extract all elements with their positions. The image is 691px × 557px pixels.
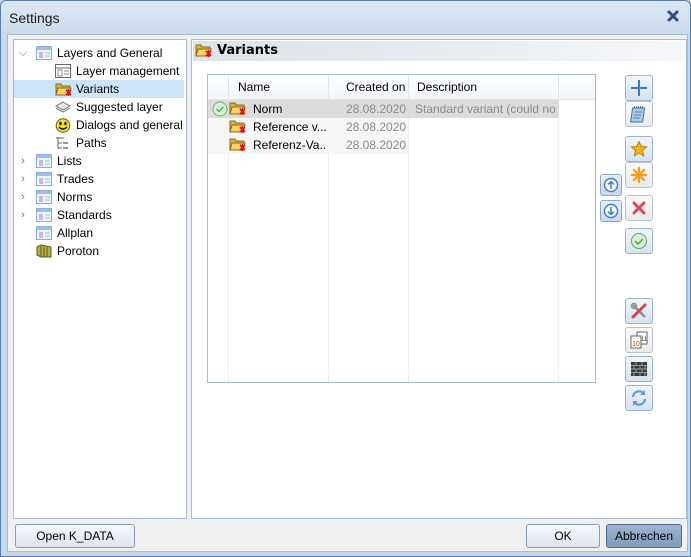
ok-button[interactable]: OK xyxy=(526,524,600,548)
numbering-button[interactable]: 10 11 xyxy=(625,327,653,353)
poroton-icon xyxy=(36,244,52,258)
column-header-status xyxy=(208,75,229,99)
settings-tree: ⌵ Layers and General Layer management Va… xyxy=(13,39,187,519)
tree-item-label: Suggested layer xyxy=(76,100,163,114)
tree-item-label: Variants xyxy=(76,82,120,96)
column-header-name[interactable]: Name xyxy=(229,75,329,99)
svg-text:10: 10 xyxy=(632,341,640,348)
chevron-down-icon[interactable]: ⌵ xyxy=(18,44,28,62)
variant-folder-icon xyxy=(229,137,247,155)
variant-folder-icon xyxy=(229,101,247,119)
tree-item-norms[interactable]: › Norms xyxy=(14,188,184,206)
variants-grid: Name Created on Description Norm 28.08.2… xyxy=(207,74,596,383)
cell-created: 28.08.2020 xyxy=(346,120,407,134)
panel-title: Variants xyxy=(217,43,278,58)
tree-item-layer-management[interactable]: Layer management xyxy=(14,62,184,80)
move-down-button[interactable] xyxy=(600,200,622,222)
cell-name: Norm xyxy=(253,102,283,116)
new-variant-button[interactable] xyxy=(625,162,653,188)
tree-item-suggested-layer[interactable]: Suggested layer xyxy=(14,98,184,116)
tree-item-standards[interactable]: › Standards xyxy=(14,206,184,224)
layer-list-icon xyxy=(36,190,52,204)
layer-management-icon xyxy=(55,64,71,78)
tree-item-label: Trades xyxy=(57,172,94,186)
chevron-right-icon[interactable]: › xyxy=(18,206,28,224)
chevron-right-icon[interactable]: › xyxy=(18,188,28,206)
column-label: Description xyxy=(417,80,478,94)
layer-list-icon xyxy=(36,46,52,60)
tree-item-layers-and-general[interactable]: ⌵ Layers and General xyxy=(14,44,184,62)
layer-list-icon xyxy=(36,172,52,186)
cell-description: Standard variant (could no... xyxy=(415,102,557,116)
cell-created: 28.08.2020 xyxy=(346,138,407,152)
panel-header: Variants xyxy=(193,41,683,61)
tree-item-variants[interactable]: Variants xyxy=(14,80,184,98)
add-variant-button[interactable] xyxy=(625,75,653,101)
tree-item-label: Standards xyxy=(57,208,112,222)
cell-name: Reference v... xyxy=(253,120,327,134)
column-label: Name xyxy=(238,80,271,94)
layer-list-icon xyxy=(36,208,52,222)
layer-list-icon xyxy=(36,226,52,240)
grid-header: Name Created on Description xyxy=(208,75,595,100)
tree-item-label: Poroton xyxy=(57,244,100,258)
tree-item-label: Layers and General xyxy=(57,46,163,60)
variant-folder-icon xyxy=(55,82,72,96)
settings-dialog: Settings ⌵ Layers and General Layer mana… xyxy=(0,0,691,557)
grid-line xyxy=(558,99,559,382)
tree-item-label: Norms xyxy=(57,190,93,204)
window-title: Settings xyxy=(9,10,60,26)
tree-item-trades[interactable]: › Trades xyxy=(14,170,184,188)
chevron-right-icon[interactable]: › xyxy=(18,152,28,170)
edit-variant-button[interactable] xyxy=(625,101,653,127)
paths-icon xyxy=(55,136,71,150)
grid-line xyxy=(408,99,409,382)
variants-panel: Variants Name Created on Description Nor… xyxy=(191,39,687,519)
layer-list-icon xyxy=(36,154,52,168)
table-row[interactable]: Norm 28.08.2020 Standard variant (could … xyxy=(208,100,559,118)
cell-created: 28.08.2020 xyxy=(346,102,407,116)
favorite-button[interactable] xyxy=(625,136,653,162)
column-header-created[interactable]: Created on xyxy=(329,75,409,99)
column-label: Created on xyxy=(346,80,406,94)
svg-text:11: 11 xyxy=(641,337,648,343)
table-row[interactable]: Reference v... 28.08.2020 xyxy=(208,118,408,136)
move-up-button[interactable] xyxy=(600,174,622,196)
variant-folder-icon xyxy=(195,43,213,59)
title-bar: Settings xyxy=(1,1,690,35)
check-icon xyxy=(212,101,228,119)
tools-button[interactable] xyxy=(625,298,653,324)
close-icon[interactable] xyxy=(666,9,680,23)
wall-button[interactable] xyxy=(625,356,653,382)
chevron-right-icon[interactable]: › xyxy=(18,170,28,188)
delete-variant-button[interactable] xyxy=(625,195,653,221)
variant-folder-icon xyxy=(229,119,247,137)
tree-item-dialogs-and-general[interactable]: Dialogs and general xyxy=(14,116,184,134)
dialog-body: ⌵ Layers and General Layer management Va… xyxy=(7,34,688,552)
cell-name: Referenz-Va... xyxy=(253,138,327,152)
tree-item-label: Lists xyxy=(57,154,82,168)
tree-item-allplan[interactable]: Allplan xyxy=(14,224,184,242)
table-row[interactable]: Referenz-Va... 28.08.2020 xyxy=(208,136,408,154)
tree-item-paths[interactable]: Paths xyxy=(14,134,184,152)
column-header-description[interactable]: Description xyxy=(409,75,559,99)
smiley-icon xyxy=(55,118,71,133)
tree-item-label: Layer management xyxy=(76,64,180,78)
refresh-button[interactable] xyxy=(625,385,653,411)
cancel-button[interactable]: Abbrechen xyxy=(606,524,682,548)
suggested-layer-icon xyxy=(54,100,72,114)
tree-item-label: Allplan xyxy=(57,226,94,240)
tree-item-label: Paths xyxy=(76,136,107,150)
tree-item-label: Dialogs and general xyxy=(76,118,183,132)
tree-item-lists[interactable]: › Lists xyxy=(14,152,184,170)
activate-variant-button[interactable] xyxy=(625,228,653,254)
open-kdata-button[interactable]: Open K_DATA xyxy=(15,524,135,548)
tree-item-poroton[interactable]: Poroton xyxy=(14,242,184,260)
